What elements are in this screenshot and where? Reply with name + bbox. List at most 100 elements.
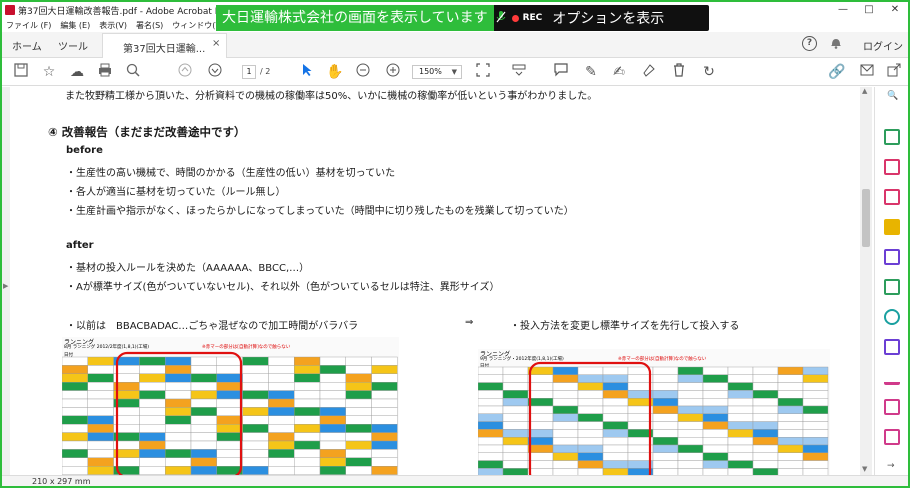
zoom-panel-icon[interactable]: 🔍 [887,91,903,107]
table-cell [345,449,372,459]
page-number-input[interactable]: 1 [242,65,256,79]
table-cell [802,382,829,391]
minimize-button[interactable]: — [830,2,856,18]
table-cell [527,382,554,391]
comment-icon[interactable] [552,63,570,81]
table-cell [478,429,504,438]
menu-view[interactable]: 表示(V) [99,20,127,31]
menu-file[interactable]: ファイル (F) [6,20,51,31]
share-icon[interactable] [885,63,903,81]
table-cell [677,398,704,407]
schedule-table-before: ランニング 8月 ランニング 2012/2年度(1,8,1)(工場) ※赤マーの… [62,337,399,475]
more-tools-icon[interactable] [884,399,900,415]
table-cell [190,440,217,450]
edit-pdf-icon[interactable] [884,189,900,205]
page-size-label: 210 x 297 mm [32,477,91,486]
help-icon[interactable]: ? [802,36,817,51]
table-cell [87,365,114,374]
organize-pages-icon[interactable] [884,279,900,295]
link-icon[interactable]: 🔗 [828,63,846,81]
table-cell [371,457,398,467]
zoom-search-icon[interactable] [124,63,142,81]
table-cell [190,373,217,383]
table-cell [164,457,192,467]
table-cell [602,374,629,383]
table-cell [293,432,321,442]
save-icon[interactable] [12,63,30,81]
page-down-icon[interactable] [206,63,224,81]
zoom-level-select[interactable]: 150% ▼ [412,65,462,79]
table-cell [802,436,829,446]
print-production-icon[interactable] [884,429,900,445]
after-label: after [66,240,94,251]
table-cell [677,374,704,383]
combine-files-icon[interactable] [884,249,900,265]
table-cell [702,452,729,461]
table-cell [268,407,295,417]
notification-bell-icon[interactable] [830,36,842,52]
menu-edit[interactable]: 編集 (E) [60,20,90,31]
tab-home[interactable]: ホーム [12,38,42,53]
table-cell [319,423,346,433]
compress-icon[interactable] [884,309,900,325]
upload-icon[interactable]: ☁ [68,63,86,81]
table-cell [527,429,554,438]
vertical-scrollbar[interactable]: ▲ ▼ [860,87,872,475]
table-cell [216,407,243,417]
menu-sign[interactable]: 署名(S) [136,20,163,31]
scroll-up-icon[interactable]: ▲ [862,87,867,95]
zoom-in-icon[interactable] [384,63,402,81]
print-icon[interactable] [96,63,114,81]
table-cell [242,440,269,450]
scroll-down-icon[interactable]: ▼ [862,465,867,473]
export-pdf-icon[interactable] [884,129,900,145]
table-cell [502,436,529,446]
rotate-icon[interactable]: ↻ [700,63,718,81]
table-cell [502,460,529,469]
table-cell [268,356,295,366]
fit-page-icon[interactable] [474,63,492,81]
highlight-pen-icon[interactable]: ✎ [582,63,600,81]
comment-tool-icon[interactable] [884,219,900,235]
table-cell [164,449,192,459]
tab-document[interactable]: 第37回大日運輸... [102,33,227,58]
before-label: before [66,145,103,156]
table-cell [139,382,166,391]
show-options-button[interactable]: オプションを表示 [552,8,664,28]
sign-icon[interactable]: ✍ [610,63,628,81]
scroll-mode-icon[interactable] [510,63,528,81]
table-cell [552,390,579,399]
table-cell [652,436,679,446]
table-cell [478,390,504,399]
create-pdf-icon[interactable] [884,159,900,175]
mic-muted-icon[interactable] [496,10,506,26]
left-nav-collapse[interactable]: ▶ [2,87,10,475]
page-up-icon[interactable] [176,63,194,81]
fill-sign-icon[interactable] [884,369,900,385]
table-cell [727,413,754,422]
login-link[interactable]: ログイン [863,38,903,53]
stamp-icon[interactable] [640,63,658,81]
maximize-button[interactable]: □ [856,2,882,18]
scrollbar-thumb[interactable] [862,189,870,247]
table-cell [602,429,629,438]
bookmark-star-icon[interactable]: ☆ [40,63,58,81]
table-cell [190,449,217,459]
hand-icon[interactable]: ✋ [326,63,344,81]
zoom-out-icon[interactable] [354,63,372,81]
mail-icon[interactable] [858,63,876,81]
table-cell [752,398,779,407]
table-cell [552,421,579,430]
delete-icon[interactable] [670,63,688,81]
right-tools-panel: 🔍 → [874,87,908,475]
table-cell [87,382,114,391]
close-window-button[interactable]: ✕ [882,2,908,18]
select-cursor-icon[interactable] [298,63,316,81]
chevron-down-icon: ▼ [451,68,457,76]
tab-tools[interactable]: ツール [58,38,88,53]
table-cell [293,449,321,459]
close-tab-icon[interactable]: × [212,38,220,49]
table-cell [87,465,114,475]
table-cell [802,460,829,469]
protect-icon[interactable] [884,339,900,355]
